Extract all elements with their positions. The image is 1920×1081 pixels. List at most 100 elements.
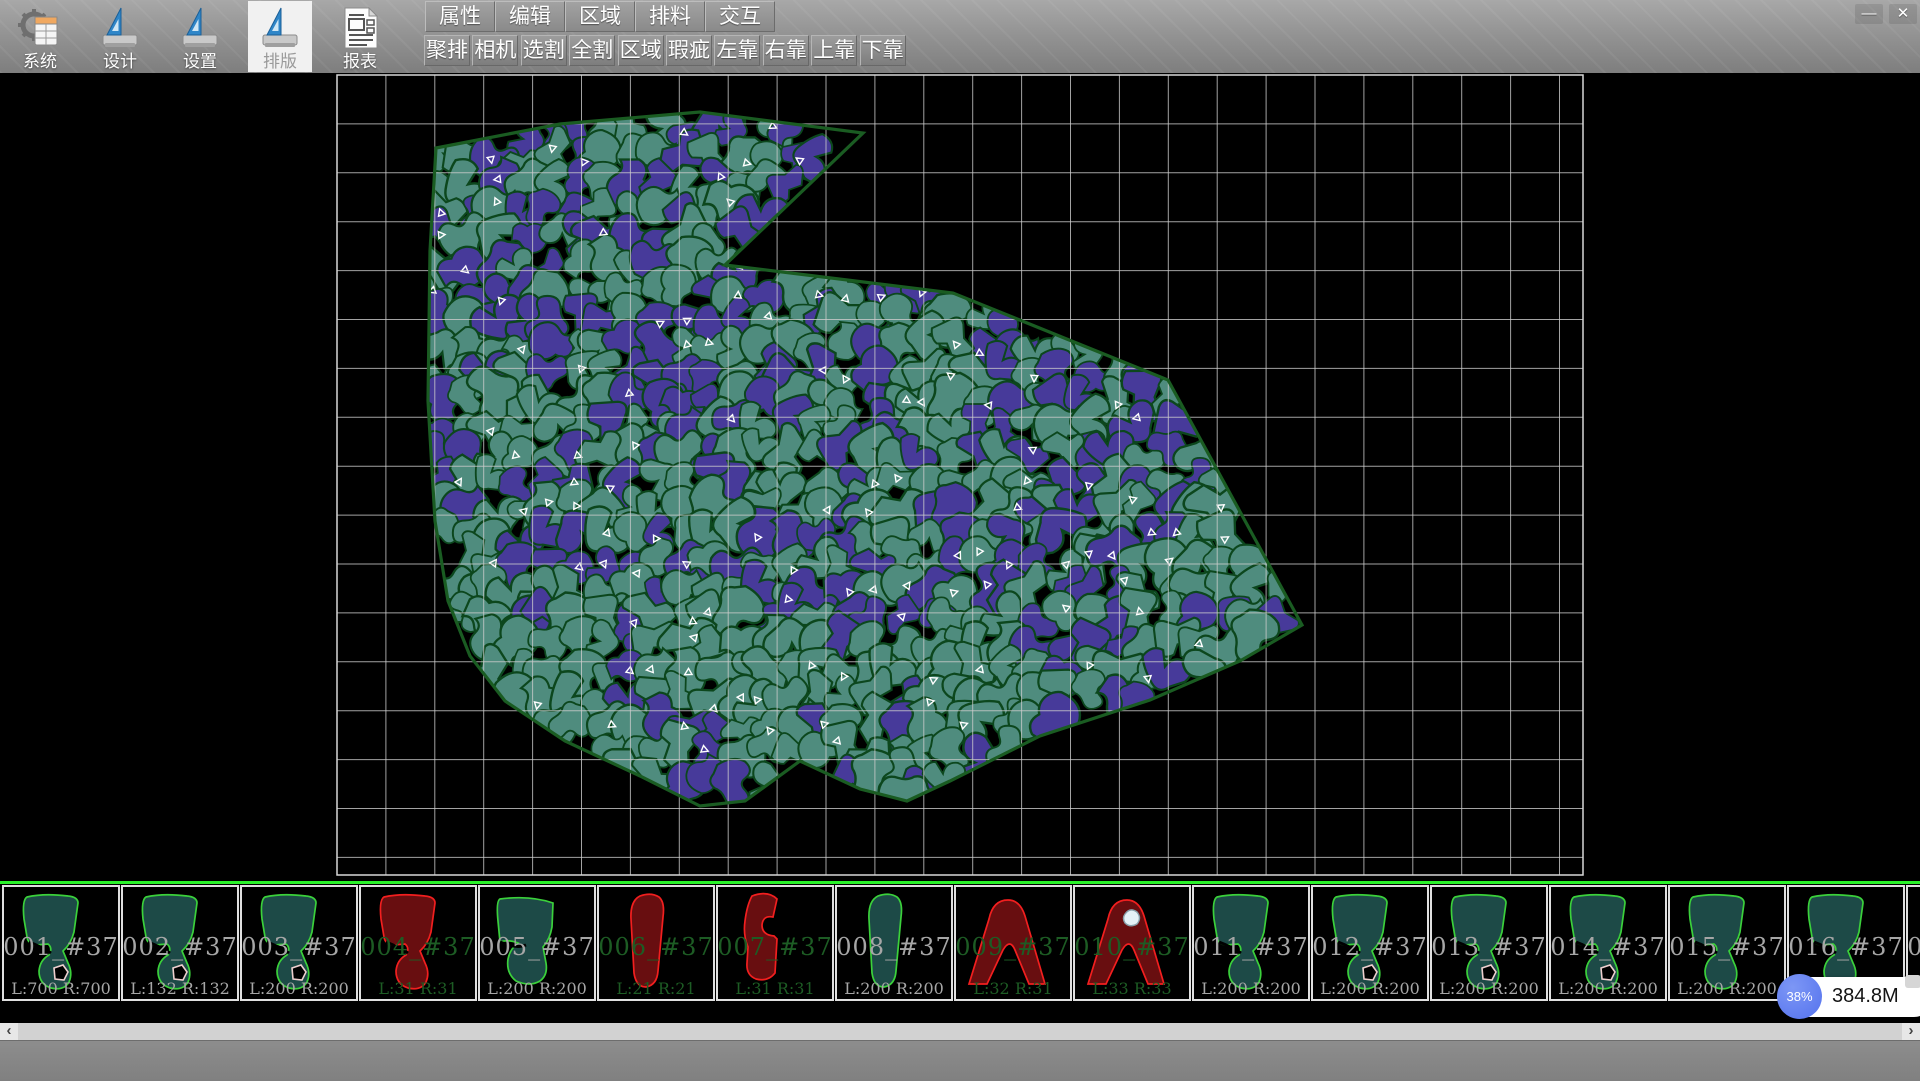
tool-button-snap-bottom[interactable]: 下靠	[860, 35, 906, 66]
piece-lr-label: L:200 R:200	[1558, 979, 1658, 998]
piece-id-label: 008_#37	[837, 933, 951, 961]
piece-id-label: 017_#37	[1908, 933, 1920, 961]
scroll-left-button[interactable]: ‹	[0, 1023, 18, 1040]
piece-lr-label: L:31 R:31	[378, 979, 457, 998]
titlebar: 系统 设计 设置 排版 报表 属性编辑区域排料交互 聚排相机选割全割区域瑕疵左靠…	[0, 0, 1920, 74]
piece-thumbnail-view: 005_#37 L:200 R:200	[480, 887, 594, 999]
report-document-icon	[337, 5, 383, 51]
piece-id-label: 001_#37	[4, 933, 118, 961]
piece-id-label: 004_#37	[361, 933, 475, 961]
nesting-view[interactable]	[0, 73, 1920, 881]
piece-id-label: 012_#37	[1313, 933, 1427, 961]
piece-lr-label: L:200 R:200	[487, 979, 587, 998]
piece-thumbnail-view: 006_#37 L:21 R:21	[599, 887, 713, 999]
tool-button-snap-top[interactable]: 上靠	[811, 35, 857, 66]
piece-id-label: 010_#37	[1075, 933, 1189, 961]
piece-lr-label: L:200 R:200	[1439, 979, 1539, 998]
icon-button-report[interactable]: 报表	[328, 1, 392, 72]
tool-button-defect[interactable]: 瑕疵	[666, 35, 712, 66]
piece-thumbnail[interactable]: 010_#37 L:33 R:33	[1073, 885, 1191, 1001]
memory-percent-badge: 38%	[1777, 974, 1822, 1019]
piece-lr-label: L:200 R:200	[249, 979, 349, 998]
piece-thumbnail[interactable]: 003_#37 L:200 R:200	[240, 885, 358, 1001]
icon-button-label: 报表	[343, 52, 377, 71]
piece-id-label: 007_#37	[718, 933, 832, 961]
piece-id-label: 003_#37	[242, 933, 356, 961]
set-square-icon	[177, 5, 223, 51]
icon-button-system[interactable]: 系统	[8, 1, 72, 72]
piece-thumbnail[interactable]: 007_#37 L:31 R:31	[716, 885, 834, 1001]
piece-thumbnail[interactable]: 006_#37 L:21 R:21	[597, 885, 715, 1001]
close-button[interactable]: ✕	[1889, 4, 1917, 24]
piece-lr-label: L:33 R:33	[1092, 979, 1171, 998]
menu-item-attributes[interactable]: 属性	[425, 1, 495, 32]
piece-lr-label: L:32 R:31	[973, 979, 1052, 998]
piece-thumbnail-view: 004_#37 L:31 R:31	[361, 887, 475, 999]
piece-thumbnail[interactable]: 005_#37 L:200 R:200	[478, 885, 596, 1001]
icon-button-label: 排版	[263, 52, 297, 71]
menu-item-nesting[interactable]: 排料	[635, 1, 705, 32]
tool-button-snap-right[interactable]: 右靠	[763, 35, 809, 66]
tool-button-camera[interactable]: 相机	[472, 35, 518, 66]
status-bar	[0, 1040, 1920, 1081]
set-square-icon	[257, 5, 303, 51]
menu-item-interaction[interactable]: 交互	[705, 1, 775, 32]
badge-handle-icon	[1905, 975, 1920, 988]
piece-id-label: 013_#37	[1432, 933, 1546, 961]
piece-thumbnail-view: 007_#37 L:31 R:31	[718, 887, 832, 999]
gear-table-icon	[17, 5, 63, 51]
piece-thumbnail[interactable]: 013_#37 L:200 R:200	[1430, 885, 1548, 1001]
piece-thumbnail[interactable]: 009_#37 L:32 R:31	[954, 885, 1072, 1001]
tool-button-region[interactable]: 区域	[618, 35, 664, 66]
icon-button-settings[interactable]: 设置	[168, 1, 232, 72]
piece-lr-label: L:132 R:132	[130, 979, 230, 998]
piece-thumbnail-strip: 001_#37 L:700 R:700 002_#37 L:132 R:132 …	[0, 881, 1920, 1003]
piece-thumbnail[interactable]: 012_#37 L:200 R:200	[1311, 885, 1429, 1001]
piece-thumbnail[interactable]: 001_#37 L:700 R:700	[2, 885, 120, 1001]
piece-thumbnail[interactable]: 002_#37 L:132 R:132	[121, 885, 239, 1001]
piece-thumbnail-view: 015_#37 L:200 R:200	[1670, 887, 1784, 999]
tool-button-snap-left[interactable]: 左靠	[714, 35, 760, 66]
piece-thumbnail-view: 011_#37 L:200 R:200	[1194, 887, 1308, 999]
icon-button-design[interactable]: 设计	[88, 1, 152, 72]
nesting-canvas[interactable]	[0, 73, 1920, 881]
piece-lr-label: L:200 R:200	[844, 979, 944, 998]
piece-thumbnail-view: 003_#37 L:200 R:200	[242, 887, 356, 999]
horizontal-scrollbar[interactable]: ‹ ›	[0, 1023, 1920, 1040]
piece-lr-label: L:200 R:200	[1320, 979, 1420, 998]
piece-thumbnail-view: 009_#37 L:32 R:31	[956, 887, 1070, 999]
piece-lr-label: L:200 R:200	[1677, 979, 1777, 998]
tool-button-cluster-nest[interactable]: 聚排	[424, 35, 470, 66]
menu-item-region[interactable]: 区域	[565, 1, 635, 32]
piece-id-label: 005_#37	[480, 933, 594, 961]
piece-thumbnail-view: 013_#37 L:200 R:200	[1432, 887, 1546, 999]
menu-item-edit[interactable]: 编辑	[495, 1, 565, 32]
memory-value: 384.8M	[1832, 985, 1899, 1008]
piece-thumbnail-view: 014_#37 L:200 R:200	[1551, 887, 1665, 999]
piece-thumbnail[interactable]: 004_#37 L:31 R:31	[359, 885, 477, 1001]
piece-id-label: 006_#37	[599, 933, 713, 961]
piece-thumbnail[interactable]: 015_#37 L:200 R:200	[1668, 885, 1786, 1001]
piece-lr-label: L:31 R:31	[735, 979, 814, 998]
icon-button-layout[interactable]: 排版	[248, 1, 312, 72]
piece-thumbnail-view: 008_#37 L:200 R:200	[837, 887, 951, 999]
piece-thumbnail[interactable]: 014_#37 L:200 R:200	[1549, 885, 1667, 1001]
piece-id-label: 002_#37	[123, 933, 237, 961]
piece-thumbnail[interactable]: 011_#37 L:200 R:200	[1192, 885, 1310, 1001]
piece-id-label: 011_#37	[1194, 933, 1308, 961]
set-square-icon	[97, 5, 143, 51]
tool-button-cut-all[interactable]: 全割	[569, 35, 615, 66]
piece-id-label: 009_#37	[956, 933, 1070, 961]
piece-thumbnail-view: 010_#37 L:33 R:33	[1075, 887, 1189, 999]
piece-thumbnail[interactable]: 008_#37 L:200 R:200	[835, 885, 953, 1001]
piece-hole	[1124, 910, 1140, 926]
piece-id-label: 014_#37	[1551, 933, 1665, 961]
tool-button-select-cut[interactable]: 选割	[521, 35, 567, 66]
memory-badge[interactable]: 38% 384.8M	[1784, 977, 1920, 1017]
scroll-right-button[interactable]: ›	[1902, 1023, 1920, 1040]
icon-button-label: 设计	[103, 52, 137, 71]
strip-divider	[0, 881, 1920, 884]
piece-thumbnail-view: 002_#37 L:132 R:132	[123, 887, 237, 999]
piece-lr-label: L:21 R:21	[616, 979, 695, 998]
minimize-button[interactable]: —	[1855, 4, 1883, 24]
